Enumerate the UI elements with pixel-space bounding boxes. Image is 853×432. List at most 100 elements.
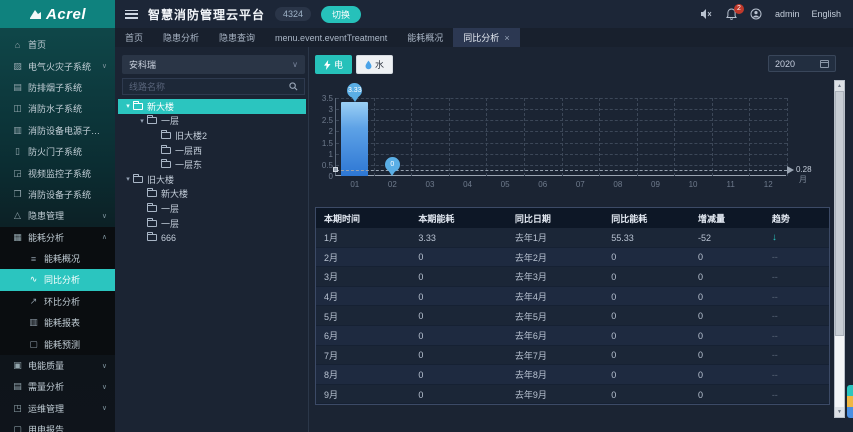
folder-icon	[147, 217, 157, 227]
switch-button[interactable]: 切换	[321, 5, 362, 23]
table-row-2[interactable]: 2月 0 去年2月 0 0 --	[316, 247, 829, 268]
tree-node-4[interactable]: 一层东	[118, 157, 306, 172]
water-toggle-button[interactable]: 水	[356, 55, 393, 74]
x-axis-tick: 12	[763, 180, 773, 189]
tab-5[interactable]: 同比分析 ×	[453, 28, 520, 47]
username-label[interactable]: admin	[775, 9, 800, 19]
header-actions: 2 admin English	[700, 3, 843, 21]
user-avatar-icon[interactable]	[750, 8, 763, 21]
project-select[interactable]: 安科瑞 ∨	[122, 55, 305, 74]
table-row-4[interactable]: 4月 0 去年4月 0 0 --	[316, 286, 829, 307]
table-header-cell: 同比日期	[514, 213, 551, 224]
tree-node-7[interactable]: 一层	[118, 201, 306, 216]
electric-toggle-button[interactable]: 电	[315, 55, 352, 74]
tree-node-label: 一层西	[175, 145, 203, 156]
table-cell: 去年7月	[514, 350, 547, 361]
search-icon[interactable]	[289, 82, 298, 91]
tree-node-1[interactable]: ▾ 一层	[118, 114, 306, 129]
tab-3[interactable]: menu.event.eventTreatment	[265, 28, 397, 47]
bar-month-01[interactable]	[341, 101, 369, 176]
average-markline	[336, 169, 787, 171]
trend-none: --	[771, 311, 778, 322]
tab-0[interactable]: 首页	[115, 28, 153, 47]
tree-node-2[interactable]: 旧大楼2	[118, 128, 306, 143]
folder-icon	[147, 115, 157, 125]
sidebar-item-5[interactable]: ▯ 防火门子系统	[0, 141, 115, 162]
sidebar-item-14[interactable]: ▢ 能耗预测	[0, 333, 115, 355]
table-row-3[interactable]: 3月 0 去年3月 0 0 --	[316, 267, 829, 287]
power-supply-icon: ▥	[13, 124, 22, 135]
sidebar-item-17[interactable]: ◳ 运维管理 ∨	[0, 398, 115, 419]
table-row-5[interactable]: 5月 0 去年5月 0 0 --	[316, 306, 829, 326]
y-axis-tick: 1.5	[321, 138, 333, 148]
table-cell: 8月	[324, 370, 339, 381]
notification-bell-icon[interactable]: 2	[725, 3, 744, 21]
table-row-7[interactable]: 7月 0 去年7月 0 0 --	[316, 346, 829, 366]
tab-4[interactable]: 能耗概况	[397, 28, 453, 47]
sidebar-item-0[interactable]: ⌂ 首页	[0, 34, 115, 55]
line-search-input[interactable]: 线路名称	[122, 78, 305, 95]
sidebar-item-7[interactable]: ❒ 消防设备子系统	[0, 184, 115, 205]
sidebar-item-1[interactable]: ▨ 电气火灾子系统 ∨	[0, 55, 115, 76]
tab-2[interactable]: 隐患查询	[209, 28, 265, 47]
tree-node-9[interactable]: 666	[118, 230, 306, 245]
sidebar-item-11[interactable]: ∿ 同比分析	[0, 269, 115, 291]
folder-icon	[147, 232, 157, 242]
sidebar-item-2[interactable]: ▤ 防排烟子系统	[0, 77, 115, 98]
tree-node-3[interactable]: 一层西	[118, 143, 306, 158]
sidebar-item-12[interactable]: ↗ 环比分析	[0, 290, 115, 313]
sidebar-item-13[interactable]: ▥ 能耗报表	[0, 312, 115, 334]
scrollbar-up-arrow[interactable]: ▲	[835, 81, 844, 91]
tree-node-8[interactable]: 一层	[118, 216, 306, 231]
sidebar-item-label: 能耗报表	[44, 318, 81, 329]
sidebar-item-15[interactable]: ▣ 电能质量 ∨	[0, 355, 115, 376]
page-scrollbar[interactable]: ▲ ▼	[834, 80, 845, 418]
sidebar-item-10[interactable]: ≡ 能耗概况	[0, 247, 115, 270]
tab-close-icon[interactable]: ×	[504, 33, 509, 43]
tab-label: 首页	[125, 33, 144, 43]
table-row-1[interactable]: 1月 3.33 去年1月 55.33 -52 ↓	[316, 228, 829, 248]
table-cell: 去年5月	[514, 311, 547, 322]
sidebar-item-label: 能耗概况	[44, 254, 81, 265]
language-switch[interactable]: English	[811, 9, 841, 19]
gridline-v	[523, 98, 525, 176]
tree-node-0[interactable]: ▾ 新大楼	[118, 99, 306, 114]
table-cell: 0	[611, 350, 617, 361]
sidebar-item-8[interactable]: △ 隐患管理 ∨	[0, 205, 115, 226]
table-cell: 0	[697, 369, 703, 380]
table-cell: --	[764, 252, 829, 262]
clipped-floating-widget[interactable]	[847, 385, 853, 418]
sidebar-item-6[interactable]: ◲ 视频监控子系统	[0, 162, 115, 183]
gridline-v	[711, 98, 713, 176]
y-axis-tick: 3	[328, 105, 333, 115]
menu-collapse-icon[interactable]	[125, 9, 138, 19]
bar-chart: 0 0.5 1 1.5 2 2.5 3 3.5 01 02 03 04 05 06 07 08 09 10 11 12…	[322, 82, 812, 189]
table-row-9[interactable]: 9月 0 去年9月 0 0 --	[316, 385, 829, 405]
gridline-v	[411, 98, 413, 176]
year-picker[interactable]: 2020	[768, 55, 836, 72]
tree-node-6[interactable]: 新大楼	[118, 187, 306, 202]
sidebar-item-3[interactable]: ◫ 消防水子系统	[0, 98, 115, 119]
sidebar-item-9[interactable]: ▦ 能耗分析 ∧	[0, 226, 115, 248]
tab-1[interactable]: 隐患分析	[153, 28, 209, 47]
tree-caret-icon[interactable]: ▾	[123, 102, 133, 110]
sidebar-item-4[interactable]: ▥ 消防设备电源子系统	[0, 120, 115, 141]
video-monitor-icon: ◲	[13, 167, 22, 178]
tree-caret-icon[interactable]: ▾	[123, 175, 133, 183]
sidebar-item-18[interactable]: ▢ 用电报告	[0, 419, 115, 432]
sidebar-item-16[interactable]: ▤ 需量分析 ∨	[0, 376, 115, 397]
mute-icon[interactable]	[700, 8, 713, 21]
table-row-8[interactable]: 8月 0 去年8月 0 0 --	[316, 365, 829, 385]
table-cell: 0	[611, 330, 617, 341]
power-quality-icon: ▣	[13, 360, 22, 371]
scrollbar-thumb[interactable]	[835, 91, 844, 336]
table-row-6[interactable]: 6月 0 去年6月 0 0 --	[316, 325, 829, 346]
y-axis-tick: 2	[328, 127, 333, 137]
header-bar: 智慧消防管理云平台 4324 切换 2 admin English	[115, 0, 853, 28]
tree-node-5[interactable]: ▾ 旧大楼	[118, 172, 306, 187]
table-cell: 0	[611, 271, 617, 282]
table-cell: 3.33	[418, 232, 436, 243]
tree-caret-icon[interactable]: ▾	[137, 117, 147, 125]
trend-none: --	[771, 389, 778, 400]
scrollbar-down-arrow[interactable]: ▼	[835, 407, 844, 417]
